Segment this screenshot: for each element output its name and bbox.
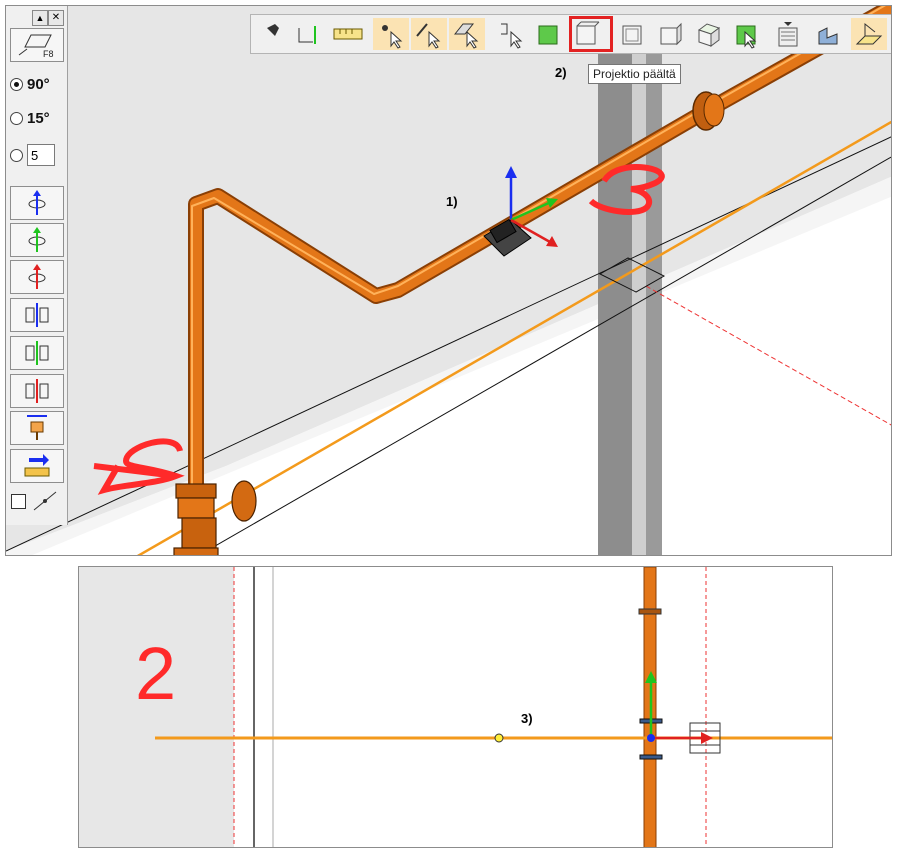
snap-angle-input[interactable] xyxy=(27,144,55,166)
view-side-icon xyxy=(660,22,682,46)
toolbar-close-button[interactable]: ✕ xyxy=(48,10,64,26)
rotate-z-button[interactable] xyxy=(10,186,64,220)
rotate-pipe-icon xyxy=(298,26,316,44)
view-iso-icon xyxy=(697,23,721,47)
rotate-x-button[interactable] xyxy=(10,260,64,294)
move-along-icon xyxy=(24,454,50,477)
view-select-icon xyxy=(736,25,757,49)
view-top-highlight xyxy=(569,16,613,52)
scene-top-view xyxy=(79,567,832,847)
tooltip: Projektio päältä xyxy=(588,64,681,84)
view-iso-button[interactable] xyxy=(693,18,723,50)
plane-view-icon xyxy=(18,34,52,56)
view-solid-icon xyxy=(538,25,558,45)
annotation-3: 3) xyxy=(521,711,533,726)
mirror-icon xyxy=(25,341,49,365)
mirror-icon xyxy=(25,379,49,403)
snap-line-checkbox[interactable] xyxy=(11,494,26,509)
snap-15-option[interactable]: 15° xyxy=(10,108,50,128)
top-toolbar xyxy=(250,14,891,54)
top-projection-viewport[interactable]: 2 3) xyxy=(78,566,833,848)
toolbar-pin-button[interactable]: ▲ xyxy=(32,10,48,26)
select-edge-button[interactable] xyxy=(411,18,447,50)
select-face-button[interactable] xyxy=(449,18,485,50)
measure-button[interactable] xyxy=(331,18,365,50)
mirror-icon xyxy=(25,303,49,327)
mirror-x-button[interactable] xyxy=(10,374,64,408)
annotation-1: 1) xyxy=(446,194,458,209)
layers-icon xyxy=(778,22,798,47)
mirror-y-button[interactable] xyxy=(10,336,64,370)
snap-90-option[interactable]: 90° xyxy=(10,74,50,94)
rotate-x-icon xyxy=(28,264,46,289)
3d-viewport[interactable]: 1) 2) ▲ ✕ F8 90° 15° 5 Projektio päältä xyxy=(5,5,892,556)
view-side-button[interactable] xyxy=(655,18,685,50)
select-point-button[interactable] xyxy=(373,18,409,50)
radio-icon xyxy=(10,148,23,162)
component-icon xyxy=(818,27,838,45)
view-solid-button[interactable] xyxy=(533,18,563,50)
pin-button[interactable] xyxy=(255,18,285,50)
rotate-y-button[interactable] xyxy=(10,223,64,257)
measure-icon xyxy=(333,28,363,40)
select-point-icon xyxy=(382,25,403,49)
view-front-icon xyxy=(622,25,642,45)
annotation-2: 2) xyxy=(555,65,567,80)
scene-3d xyxy=(6,6,891,555)
view-select-button[interactable] xyxy=(731,18,761,50)
column xyxy=(598,46,632,555)
view-plane-button[interactable]: F8 xyxy=(10,28,64,62)
select-bracket-button[interactable] xyxy=(495,18,525,50)
selected-point xyxy=(494,733,504,743)
select-edge-icon xyxy=(416,23,441,49)
pin-icon xyxy=(263,24,279,44)
support-icon xyxy=(27,415,47,440)
snap-custom-option[interactable] xyxy=(10,144,55,166)
move-along-button[interactable] xyxy=(10,449,64,483)
marker-2: 2 xyxy=(135,632,177,715)
rotate-z-icon xyxy=(28,190,46,215)
rotate-pipe-button[interactable] xyxy=(291,18,321,50)
mirror-z-button[interactable] xyxy=(10,298,64,332)
side-toolbar: ▲ ✕ F8 90° 15° xyxy=(6,6,68,525)
rotate-y-icon xyxy=(28,227,46,252)
select-face-icon xyxy=(453,23,479,49)
component-button[interactable] xyxy=(813,18,843,50)
support-button[interactable] xyxy=(10,411,64,445)
layers-button[interactable] xyxy=(773,18,803,50)
plane-button[interactable] xyxy=(851,18,887,50)
shortcut-label: F8 xyxy=(43,49,54,59)
plane-icon xyxy=(855,22,883,45)
view-front-button[interactable] xyxy=(617,18,647,50)
select-bracket-icon xyxy=(501,23,523,49)
line-tool-icon[interactable] xyxy=(30,488,60,514)
valve xyxy=(173,480,257,555)
radio-icon xyxy=(10,77,23,91)
radio-icon xyxy=(10,111,23,125)
